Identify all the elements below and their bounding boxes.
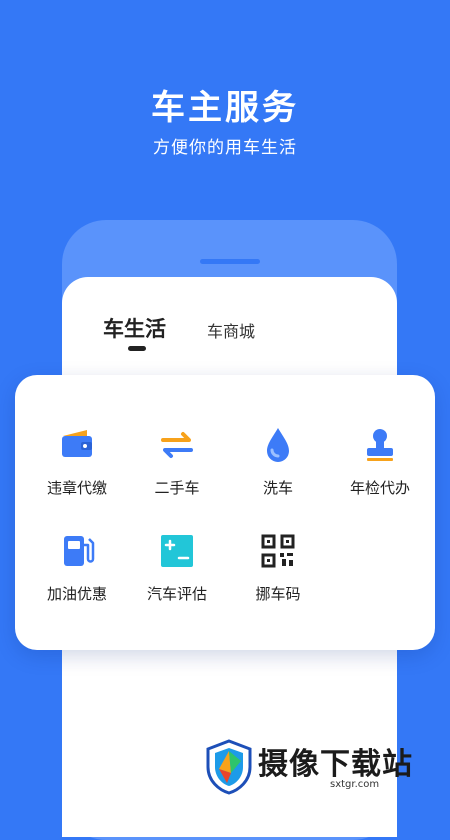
tab-car-mall[interactable]: 车商城: [207, 318, 255, 342]
service-fuel-discount[interactable]: 加油优惠: [27, 531, 127, 604]
service-label: 违章代缴: [46, 479, 107, 497]
exchange-arrows-icon: [161, 432, 193, 458]
qr-code-icon: [261, 534, 295, 568]
service-label: 二手车: [154, 479, 200, 497]
service-label: 洗车: [262, 479, 293, 497]
service-label: 汽车评估: [146, 585, 207, 603]
stamp-icon: [367, 429, 393, 461]
wallet-icon: [62, 430, 92, 457]
service-violation-payment[interactable]: 违章代缴: [27, 425, 127, 498]
water-drop-icon: [267, 428, 289, 462]
shield-logo-icon: [206, 739, 252, 795]
hero-subtitle: 方便你的用车生活: [153, 138, 297, 158]
tab-active-indicator: [128, 346, 146, 351]
plus-minus-icon: [161, 535, 193, 567]
hero-title: 车主服务: [151, 88, 299, 128]
watermark: 摄像下载站 sxtgr.com: [200, 735, 450, 800]
service-move-car-code[interactable]: 挪车码: [228, 531, 328, 604]
service-label: 年检代办: [349, 479, 410, 497]
service-annual-inspection[interactable]: 年检代办: [330, 425, 430, 498]
service-car-wash[interactable]: 洗车: [228, 425, 328, 498]
watermark-url: sxtgr.com: [330, 779, 380, 790]
service-used-car[interactable]: 二手车: [127, 425, 227, 498]
watermark-text: 摄像下载站: [258, 747, 413, 782]
service-car-valuation[interactable]: 汽车评估: [127, 531, 227, 604]
services-card: [15, 375, 435, 650]
fuel-pump-icon: [64, 536, 95, 566]
phone-speaker: [200, 259, 260, 264]
tab-car-life[interactable]: 车生活: [103, 313, 166, 343]
service-label: 挪车码: [255, 585, 301, 603]
service-label: 加油优惠: [46, 585, 107, 603]
